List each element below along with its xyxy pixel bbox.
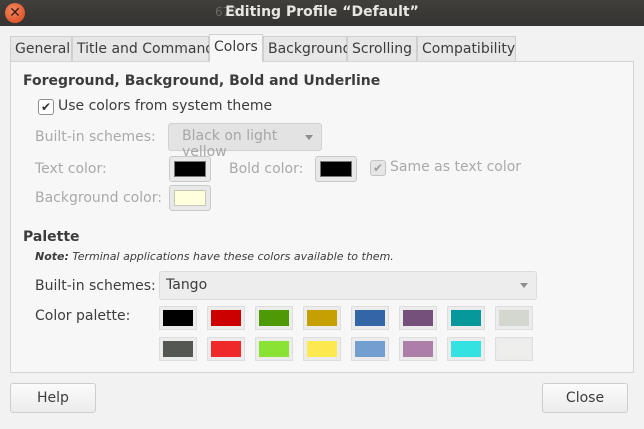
tab-scrolling[interactable]: Scrolling: [347, 36, 417, 62]
title-bar: ✕ 672… Editing Profile “Default”: [0, 0, 644, 26]
palette-color-3[interactable]: [255, 306, 293, 330]
palette-color-swatch: [259, 310, 289, 326]
palette-color-13[interactable]: [351, 337, 389, 361]
palette-color-4[interactable]: [303, 306, 341, 330]
palette-color-swatch: [403, 310, 433, 326]
palette-color-10[interactable]: [207, 337, 245, 361]
chevron-down-icon: [520, 283, 528, 288]
palette-color-swatch: [307, 341, 337, 357]
palette-color-5[interactable]: [351, 306, 389, 330]
palette-color-swatch: [307, 310, 337, 326]
palette-color-swatch: [355, 310, 385, 326]
colors-tab-panel: Foreground, Background, Bold and Underli…: [10, 61, 634, 373]
bold-color-label: Bold color:: [229, 161, 304, 177]
foreground-section-title: Foreground, Background, Bold and Underli…: [23, 73, 381, 89]
palette-color-11[interactable]: [255, 337, 293, 361]
palette-color-1[interactable]: [159, 306, 197, 330]
palette-color-swatch: [403, 341, 433, 357]
palette-color-swatch: [499, 341, 529, 357]
palette-color-swatch: [259, 341, 289, 357]
palette-schemes-dropdown[interactable]: Tango: [159, 271, 537, 300]
palette-color-8[interactable]: [495, 306, 533, 330]
window-title: Editing Profile “Default”: [225, 4, 419, 20]
palette-color-swatch: [355, 341, 385, 357]
palette-color-swatch: [163, 341, 193, 357]
palette-color-7[interactable]: [447, 306, 485, 330]
palette-color-6[interactable]: [399, 306, 437, 330]
palette-color-swatch: [211, 310, 241, 326]
palette-color-9[interactable]: [159, 337, 197, 361]
text-color-button[interactable]: [169, 156, 211, 182]
palette-color-swatch: [163, 310, 193, 326]
close-button[interactable]: Close: [542, 383, 628, 413]
palette-color-swatch: [451, 310, 481, 326]
tab-background[interactable]: Background: [263, 36, 352, 62]
help-button[interactable]: Help: [10, 383, 96, 413]
palette-color-15[interactable]: [447, 337, 485, 361]
palette-schemes-value: Tango: [166, 277, 208, 293]
text-color-label: Text color:: [35, 161, 107, 177]
tab-title-and-command[interactable]: Title and Command: [72, 36, 214, 62]
text-color-swatch: [174, 161, 206, 177]
chevron-down-icon: [305, 135, 313, 140]
use-system-colors-label: Use colors from system theme: [58, 98, 273, 114]
background-color-label: Background color:: [35, 190, 162, 206]
palette-color-14[interactable]: [399, 337, 437, 361]
tab-general[interactable]: General: [10, 36, 72, 62]
palette-color-12[interactable]: [303, 337, 341, 361]
palette-color-swatch: [211, 341, 241, 357]
background-color-swatch: [174, 190, 206, 206]
palette-color-swatch: [499, 310, 529, 326]
palette-note-text: Terminal applications have these colors …: [68, 250, 394, 263]
color-palette-label: Color palette:: [35, 308, 131, 324]
same-as-text-label: Same as text color: [390, 159, 522, 175]
fg-schemes-dropdown[interactable]: Black on light yellow: [168, 123, 322, 160]
fg-schemes-label: Built-in schemes:: [35, 129, 156, 145]
profile-editor-window: ✕ 672… Editing Profile “Default” General…: [0, 0, 644, 429]
palette-section-title: Palette: [23, 229, 80, 245]
tab-colors[interactable]: Colors: [209, 34, 263, 62]
palette-schemes-label: Built-in schemes:: [35, 278, 156, 294]
bold-color-swatch: [320, 161, 352, 177]
palette-color-2[interactable]: [207, 306, 245, 330]
palette-note-bold: Note:: [35, 250, 69, 263]
background-color-button[interactable]: [169, 185, 211, 211]
palette-color-16[interactable]: [495, 337, 533, 361]
use-system-colors-checkbox[interactable]: ✔: [38, 99, 54, 115]
tab-compatibility[interactable]: Compatibility: [417, 36, 516, 62]
same-as-text-checkbox[interactable]: ✔: [370, 160, 386, 176]
bold-color-button[interactable]: [315, 156, 357, 182]
palette-note: Note: Terminal applications have these c…: [35, 250, 394, 263]
palette-color-swatch: [451, 341, 481, 357]
